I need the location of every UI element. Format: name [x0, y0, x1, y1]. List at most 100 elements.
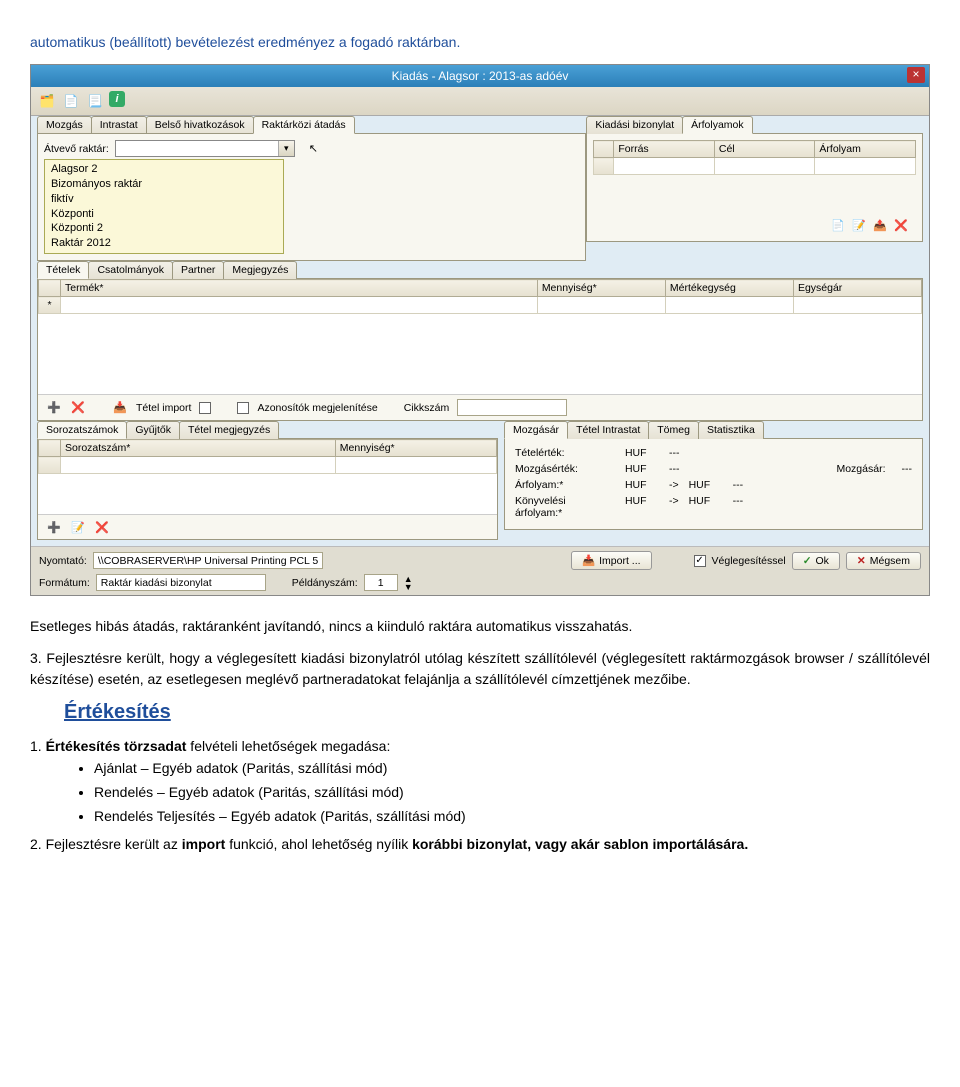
num-1: 1. — [30, 738, 42, 754]
arfolyam-grid: Forrás Cél Árfolyam — [593, 140, 916, 175]
tab-raktarkozi-atadas[interactable]: Raktárközi átadás — [253, 116, 355, 134]
nyomtato-label: Nyomtató: — [39, 555, 87, 567]
bullet-list: Ajánlat – Egyéb adatok (Paritás, szállít… — [30, 760, 930, 824]
dropdown-option[interactable]: Központi — [49, 207, 279, 222]
doc-icon[interactable]: 📃 — [85, 91, 105, 111]
cancel-label: Mégsem — [870, 555, 910, 567]
tab-tetel-intrastat[interactable]: Tétel Intrastat — [567, 421, 649, 439]
tetelerték-curr: HUF — [625, 447, 659, 459]
delete-icon[interactable]: ❌ — [893, 217, 909, 233]
app-icon: 🗂️ — [37, 91, 57, 111]
cell-egysegar[interactable] — [793, 297, 921, 314]
tab-belso-hivatkozasok[interactable]: Belső hivatkozások — [146, 116, 254, 134]
tetelerték-value: --- — [669, 447, 680, 459]
tab-partner[interactable]: Partner — [172, 261, 224, 279]
bullet-item: Rendelés Teljesítés – Egyéb adatok (Pari… — [94, 808, 930, 824]
tab-tetel-megjegyzes[interactable]: Tétel megjegyzés — [179, 421, 279, 439]
atvevo-raktar-select[interactable]: ▾ — [115, 140, 295, 157]
formatum-input[interactable] — [96, 574, 266, 591]
tab-tomeg[interactable]: Tömeg — [648, 421, 699, 439]
app-window: Kiadás - Alagsor : 2013-as adóév × 🗂️ 📄 … — [30, 64, 930, 596]
dropdown-option[interactable]: Bizományos raktár — [49, 177, 279, 192]
import-button[interactable]: 📥 Import ... — [571, 551, 652, 570]
add-item-icon[interactable]: ➕ — [46, 400, 62, 416]
export-icon[interactable]: 📤 — [872, 217, 888, 233]
cell-termek[interactable] — [61, 297, 538, 314]
spinner-icon[interactable]: ▲▼ — [404, 575, 413, 591]
tab-mozgas[interactable]: Mozgás — [37, 116, 92, 134]
tetelerték-label: Tételérték: — [515, 447, 615, 459]
import-icon[interactable]: 📥 — [112, 400, 128, 416]
tab-arfolyamok[interactable]: Árfolyamok — [682, 116, 753, 134]
dropdown-option[interactable]: fiktív — [49, 192, 279, 207]
top-toolbar: 🗂️ 📄 📃 i — [31, 87, 929, 116]
num-2: 2. — [30, 836, 42, 852]
cikkszam-label: Cikkszám — [404, 402, 450, 414]
cikkszam-input[interactable] — [457, 399, 567, 416]
arrow-icon: -> — [669, 495, 679, 519]
cell-mennyiseg[interactable] — [537, 297, 665, 314]
new-doc-icon[interactable]: 📄 — [61, 91, 81, 111]
arfolyam-value: --- — [733, 479, 744, 491]
peldany-input[interactable] — [364, 574, 398, 591]
tetel-import-checkbox[interactable] — [199, 402, 211, 414]
bullet-item: Ajánlat – Egyéb adatok (Paritás, szállít… — [94, 760, 930, 776]
tab-gyujtok[interactable]: Gyűjtők — [126, 421, 180, 439]
arfolyam-label: Árfolyam:* — [515, 479, 615, 491]
mozgasertek-curr: HUF — [625, 463, 659, 475]
azonositok-checkbox[interactable] — [237, 402, 249, 414]
mozgasar-value: --- — [902, 463, 913, 475]
delete-item-icon[interactable]: ❌ — [70, 400, 86, 416]
tab-csatolmanyok[interactable]: Csatolmányok — [88, 261, 173, 279]
tab-tetelek[interactable]: Tételek — [37, 261, 89, 279]
konyv-arfolyam-label: Könyvelési árfolyam:* — [515, 495, 615, 519]
edit-serial-icon[interactable]: 📝 — [70, 519, 86, 535]
sorozat-grid[interactable]: Sorozatszám* Mennyiség* — [38, 439, 497, 474]
import-icon: 📥 — [582, 554, 595, 567]
paragraph-after-window: Esetleges hibás átadás, raktáranként jav… — [30, 616, 930, 636]
items-grid[interactable]: Termék* Mennyiség* Mértékegység Egységár… — [38, 279, 922, 314]
veglegesites-checkbox[interactable] — [694, 555, 706, 567]
col-cel: Cél — [714, 141, 815, 158]
chevron-down-icon[interactable]: ▾ — [278, 141, 294, 156]
items-toolbar: ➕ ❌ 📥 Tétel import Azonosítók megjelenít… — [38, 394, 922, 420]
delete-serial-icon[interactable]: ❌ — [94, 519, 110, 535]
x-icon: ✕ — [857, 555, 866, 567]
window-title: Kiadás - Alagsor : 2013-as adóév — [392, 69, 569, 83]
num-3: 3. — [30, 650, 42, 666]
tab-megjegyzes[interactable]: Megjegyzés — [223, 261, 297, 279]
col-termek: Termék* — [61, 280, 538, 297]
cell-mertekegyseg[interactable] — [665, 297, 793, 314]
tab-intrastat[interactable]: Intrastat — [91, 116, 147, 134]
col-arfolyam: Árfolyam — [815, 141, 916, 158]
upper-left-tabs: Mozgás Intrastat Belső hivatkozások Rakt… — [37, 116, 586, 134]
close-icon[interactable]: × — [907, 67, 925, 83]
col-mennyiseg2: Mennyiség* — [335, 440, 496, 457]
window-titlebar: Kiadás - Alagsor : 2013-as adóév × — [31, 65, 929, 87]
items-tabs: Tételek Csatolmányok Partner Megjegyzés — [37, 261, 923, 279]
cancel-button[interactable]: ✕ Mégsem — [846, 552, 921, 570]
dropdown-option[interactable]: Központi 2 — [49, 221, 279, 236]
p2-mid: funkció, ahol lehetőség nyílik — [225, 836, 412, 852]
mozgasertek-label: Mozgásérték: — [515, 463, 615, 475]
konyv-curr2: HUF — [689, 495, 723, 519]
tab-mozgasar[interactable]: Mozgásár — [504, 421, 568, 439]
info-icon[interactable]: i — [109, 91, 125, 107]
atvevo-raktar-label: Átvevő raktár: — [44, 143, 109, 155]
dropdown-option[interactable]: Alagsor 2 — [49, 162, 279, 177]
add-serial-icon[interactable]: ➕ — [46, 519, 62, 535]
ok-button[interactable]: ✓ Ok — [792, 552, 840, 570]
add-icon[interactable]: 📄 — [830, 217, 846, 233]
tab-statisztika[interactable]: Statisztika — [698, 421, 764, 439]
row-indicator — [594, 158, 614, 175]
tetel-import-label: Tétel import — [136, 402, 191, 414]
edit-icon[interactable]: 📝 — [851, 217, 867, 233]
tab-sorozatszamok[interactable]: Sorozatszámok — [37, 421, 127, 439]
ok-label: Ok — [816, 555, 829, 567]
p3-body: Fejlesztésre került, hogy a véglegesítet… — [30, 650, 930, 686]
tab-kiadasi-bizonylat[interactable]: Kiadási bizonylat — [586, 116, 683, 134]
dropdown-option[interactable]: Raktár 2012 — [49, 236, 279, 251]
nyomtato-input[interactable] — [93, 552, 323, 569]
footer-bar: Nyomtató: 📥 Import ... Véglegesítéssel ✓… — [31, 546, 929, 574]
col-sorozatszam: Sorozatszám* — [61, 440, 336, 457]
